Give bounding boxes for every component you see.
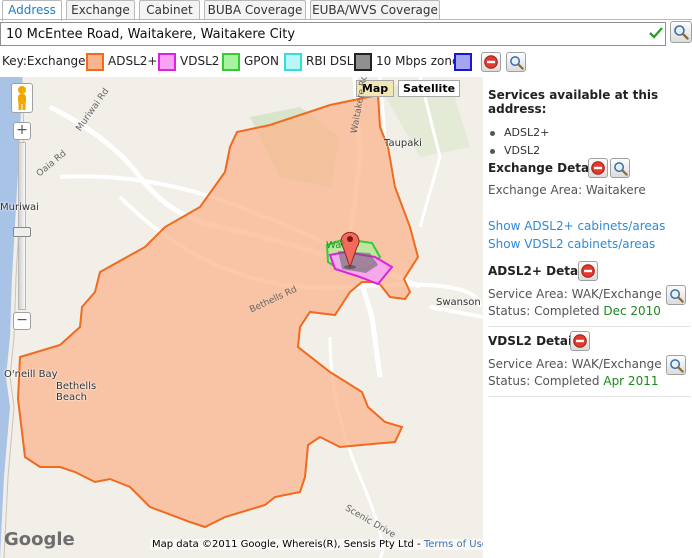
adsl2plus-status-label: Status: Completed <box>488 304 604 318</box>
magnifier-icon <box>670 359 684 373</box>
zoom-track[interactable] <box>18 142 26 310</box>
check-icon <box>648 25 664 41</box>
zoom-in-button[interactable]: + <box>13 122 31 140</box>
services-panel: Services available at this address: ADSL… <box>488 88 692 418</box>
zoom-slider-handle[interactable] <box>13 227 31 237</box>
show-adsl2plus-cabinets-link[interactable]: Show ADSL2+ cabinets/areas <box>488 219 665 233</box>
place-label-oneill-bay: O'neill Bay <box>4 369 58 380</box>
zoom-control: + − <box>13 122 31 332</box>
swatch-blue <box>454 53 472 71</box>
place-label-muriwai: Muriwai <box>0 202 39 213</box>
terms-of-use-link[interactable]: Terms of Use <box>424 539 483 550</box>
map-key: Key:Exchange ADSL2+ VDSL2 GPON RBI DSL 1… <box>0 52 692 72</box>
key-label-vdsl2: VDSL2 <box>180 54 220 68</box>
adsl2plus-status-date: Dec 2010 <box>603 304 661 318</box>
address-bar <box>0 21 692 47</box>
map-type-satellite-button[interactable]: Satellite <box>398 80 460 97</box>
vdsl2-service-area: Service Area: WAK/Exchange <box>488 357 662 371</box>
place-label-swanson: Swanson <box>436 297 481 308</box>
remove-icon <box>573 334 587 348</box>
address-input[interactable] <box>0 22 666 46</box>
key-search-button[interactable] <box>506 52 526 72</box>
map-canvas[interactable]: Map Satellite + − Muriwai Taupaki Swanso… <box>0 77 483 558</box>
key-title: Key:Exchange <box>2 54 86 68</box>
adsl2plus-remove-button[interactable] <box>578 261 598 281</box>
vdsl2-search-button[interactable] <box>666 355 686 375</box>
place-label-taupaki: Taupaki <box>384 138 422 149</box>
vdsl2-status: Status: Completed Apr 2011 <box>488 374 658 388</box>
remove-icon <box>484 55 498 69</box>
magnifier-icon <box>670 289 684 303</box>
tab-bar: Address Exchange Cabinet BUBA Coverage E… <box>0 0 692 21</box>
exchange-details-title: Exchange Details <box>488 161 605 175</box>
tab-divider <box>0 19 692 20</box>
map-attribution: Map data ©2011 Google, Whereis(R), Sensi… <box>150 539 483 550</box>
marker-area-label: Wai <box>326 240 345 251</box>
key-label-gpon: GPON <box>244 54 279 68</box>
magnifier-icon <box>510 56 524 70</box>
adsl2plus-search-button[interactable] <box>666 285 686 305</box>
services-title: Services available at this address: <box>488 88 659 116</box>
magnifier-icon <box>674 25 689 40</box>
remove-icon <box>581 264 595 278</box>
key-label-10mbps-zone: 10 Mbps zone <box>376 54 460 68</box>
tab-buba-coverage[interactable]: BUBA Coverage <box>204 0 306 20</box>
map-graphics <box>0 77 483 558</box>
swatch-vdsl2 <box>158 53 176 71</box>
tab-exchange[interactable]: Exchange <box>66 0 135 20</box>
key-label-rbi-dsl: RBI DSL <box>306 54 354 68</box>
adsl2plus-service-area: Service Area: WAK/Exchange <box>488 287 662 301</box>
vdsl2-status-label: Status: Completed <box>488 374 604 388</box>
place-label-bethells-beach: Bethells Beach <box>56 381 97 403</box>
swatch-rbi-dsl <box>284 53 302 71</box>
zoom-out-button[interactable]: − <box>13 312 31 330</box>
adsl2plus-status: Status: Completed Dec 2010 <box>488 304 661 318</box>
tab-address[interactable]: Address <box>2 0 62 21</box>
vdsl2-status-date: Apr 2011 <box>603 374 659 388</box>
attribution-text: Map data ©2011 Google, Whereis(R), Sensi… <box>152 539 424 550</box>
section-divider <box>488 396 690 397</box>
vdsl2-remove-button[interactable] <box>570 331 590 351</box>
exchange-remove-button[interactable] <box>588 158 608 178</box>
address-search-button[interactable] <box>670 21 692 43</box>
exchange-search-button[interactable] <box>610 158 630 178</box>
remove-icon <box>591 161 605 175</box>
clear-key-button[interactable] <box>481 52 501 72</box>
show-vdsl2-cabinets-link[interactable]: Show VDSL2 cabinets/areas <box>488 237 655 251</box>
exchange-area: Exchange Area: Waitakere <box>488 183 646 197</box>
swatch-gpon <box>222 53 240 71</box>
tab-euba-wvs-coverage[interactable]: EUBA/WVS Coverage <box>310 0 440 20</box>
swatch-10mbps-zone <box>354 53 372 71</box>
swatch-adsl2plus <box>86 53 104 71</box>
key-label-adsl2plus: ADSL2+ <box>108 54 158 68</box>
services-list: ADSL2+ VDSL2 <box>488 124 692 160</box>
magnifier-icon <box>614 162 628 176</box>
section-divider <box>488 326 690 327</box>
service-item: ADSL2+ <box>488 124 692 142</box>
tab-cabinet[interactable]: Cabinet <box>139 0 200 20</box>
street-view-pegman-icon[interactable] <box>11 83 33 113</box>
google-logo: Google <box>4 529 75 550</box>
